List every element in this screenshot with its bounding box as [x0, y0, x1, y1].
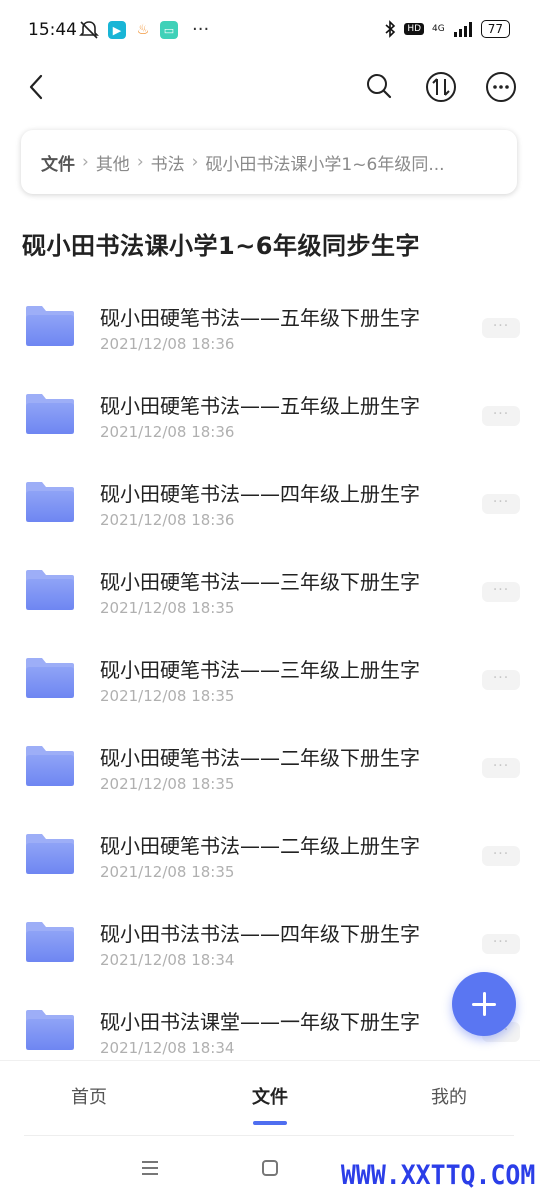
folder-date: 2021/12/08 18:35	[100, 687, 235, 705]
folder-date: 2021/12/08 18:36	[100, 511, 235, 529]
folder-icon	[26, 394, 74, 434]
chevron-right-icon: ›	[191, 152, 199, 172]
folder-name: 砚小田硬笔书法——三年级下册生字	[100, 570, 420, 594]
tab-home[interactable]: 首页	[71, 1083, 107, 1109]
play-app-icon: ▶	[108, 21, 126, 39]
folder-date: 2021/12/08 18:36	[100, 423, 235, 441]
add-fab-button[interactable]	[452, 972, 516, 1036]
folder-icon	[26, 746, 74, 786]
status-bar: 15:44 ▶ ♨ ▭ ··· HD 4G 77	[0, 0, 540, 62]
list-item[interactable]: 砚小田书法书法——四年级下册生字 2021/12/08 18:34 ···	[0, 898, 540, 986]
list-item[interactable]: 砚小田硬笔书法——二年级上册生字 2021/12/08 18:35 ···	[0, 810, 540, 898]
list-item[interactable]: 砚小田硬笔书法——四年级上册生字 2021/12/08 18:36 ···	[0, 458, 540, 546]
bluetooth-icon	[385, 20, 396, 38]
folder-name: 砚小田硬笔书法——五年级下册生字	[100, 306, 420, 330]
signal-icon	[453, 22, 472, 37]
breadcrumb-root[interactable]: 文件	[41, 150, 75, 175]
list-item[interactable]: 砚小田硬笔书法——五年级下册生字 2021/12/08 18:36 ···	[0, 282, 540, 370]
folder-list: 砚小田硬笔书法——五年级下册生字 2021/12/08 18:36 ··· 砚小…	[0, 282, 540, 1074]
bottom-nav: 首页 文件 我的	[0, 1060, 540, 1137]
status-time: 15:44	[28, 20, 77, 40]
sort-icon[interactable]	[424, 70, 458, 104]
folder-date: 2021/12/08 18:35	[100, 863, 235, 881]
folder-icon	[26, 1010, 74, 1050]
folder-name: 砚小田硬笔书法——五年级上册生字	[100, 394, 420, 418]
item-more-button[interactable]: ···	[482, 318, 520, 338]
tab-mine[interactable]: 我的	[431, 1083, 467, 1109]
breadcrumb-item[interactable]: 其他	[96, 150, 130, 175]
folder-icon	[26, 834, 74, 874]
app-notification-icon: ♨	[134, 21, 152, 39]
watermark: WWW.XXTTQ.COM	[340, 1160, 535, 1191]
app-bar	[0, 62, 540, 112]
network-label: 4G	[432, 24, 445, 34]
breadcrumb: 文件 › 其他 › 书法 › 砚小田书法课小学1~6年级同...	[21, 130, 517, 194]
folder-date: 2021/12/08 18:34	[100, 951, 235, 969]
folder-date: 2021/12/08 18:36	[100, 335, 235, 353]
item-more-button[interactable]: ···	[482, 406, 520, 426]
chat-app-icon: ▭	[160, 21, 178, 39]
folder-icon	[26, 482, 74, 522]
more-options-icon[interactable]	[484, 70, 518, 104]
item-more-button[interactable]: ···	[482, 494, 520, 514]
item-more-button[interactable]: ···	[482, 670, 520, 690]
tab-files[interactable]: 文件	[252, 1083, 288, 1109]
menu-icon[interactable]	[138, 1156, 162, 1180]
battery-indicator: 77	[480, 20, 510, 38]
active-tab-indicator	[253, 1121, 287, 1125]
list-item[interactable]: 砚小田硬笔书法——三年级下册生字 2021/12/08 18:35 ···	[0, 546, 540, 634]
breadcrumb-item[interactable]: 书法	[151, 150, 185, 175]
folder-name: 砚小田硬笔书法——二年级上册生字	[100, 834, 420, 858]
folder-date: 2021/12/08 18:35	[100, 599, 235, 617]
search-icon[interactable]	[362, 70, 396, 104]
item-more-button[interactable]: ···	[482, 758, 520, 778]
list-item[interactable]: 砚小田硬笔书法——三年级上册生字 2021/12/08 18:35 ···	[0, 634, 540, 722]
page-title: 砚小田书法课小学1~6年级同步生字	[22, 232, 421, 260]
home-square-icon[interactable]	[258, 1156, 282, 1180]
list-item[interactable]: 砚小田硬笔书法——五年级上册生字 2021/12/08 18:36 ···	[0, 370, 540, 458]
folder-name: 砚小田硬笔书法——四年级上册生字	[100, 482, 420, 506]
chevron-right-icon: ›	[136, 152, 144, 172]
folder-date: 2021/12/08 18:34	[100, 1039, 235, 1057]
folder-icon	[26, 306, 74, 346]
mute-bell-icon	[79, 21, 99, 39]
breadcrumb-current: 砚小田书法课小学1~6年级同...	[205, 154, 445, 175]
folder-name: 砚小田硬笔书法——二年级下册生字	[100, 746, 420, 770]
list-item[interactable]: 砚小田硬笔书法——二年级下册生字 2021/12/08 18:35 ···	[0, 722, 540, 810]
status-left-icons: ▶ ♨ ▭ ···	[78, 20, 209, 40]
more-notifications-icon: ···	[192, 19, 210, 40]
item-more-button[interactable]: ···	[482, 934, 520, 954]
folder-name: 砚小田书法书法——四年级下册生字	[100, 922, 420, 946]
folder-icon	[26, 658, 74, 698]
folder-name: 砚小田硬笔书法——三年级上册生字	[100, 658, 420, 682]
folder-icon	[26, 570, 74, 610]
back-button[interactable]	[22, 72, 52, 102]
folder-date: 2021/12/08 18:35	[100, 775, 235, 793]
chevron-right-icon: ›	[82, 152, 89, 172]
status-right: HD 4G 77	[384, 20, 510, 38]
item-more-button[interactable]: ···	[482, 582, 520, 602]
item-more-button[interactable]: ···	[482, 846, 520, 866]
folder-icon	[26, 922, 74, 962]
folder-name: 砚小田书法课堂——一年级下册生字	[100, 1010, 420, 1034]
hd-badge: HD	[404, 23, 425, 35]
